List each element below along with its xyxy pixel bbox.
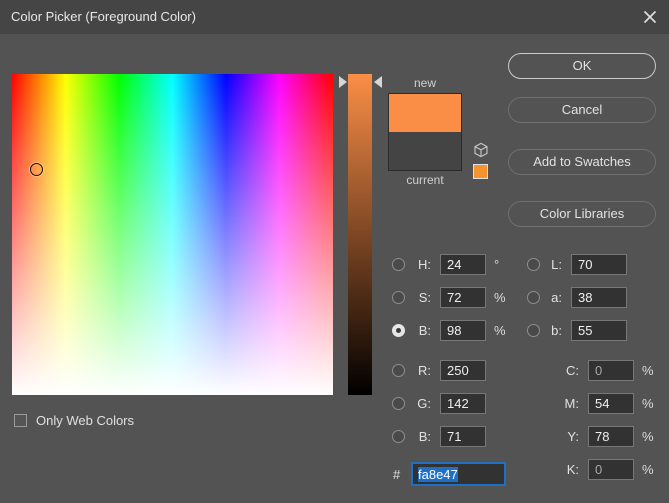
cmyk-label-k: K: [566, 461, 579, 477]
hsb-unit-b: % [494, 322, 506, 338]
hsb-input-s[interactable] [440, 286, 486, 308]
brightness-slider[interactable] [348, 74, 372, 395]
lab-radio-l[interactable] [527, 257, 540, 271]
dialog-title: Color Picker (Foreground Color) [11, 9, 196, 24]
new-color-label: new [413, 76, 436, 90]
lab-label-b: b: [551, 322, 562, 338]
cmyk-input-k[interactable] [588, 458, 634, 480]
close-icon[interactable] [639, 6, 661, 28]
out-of-gamut-swatch[interactable] [473, 164, 488, 179]
lab-radio-b[interactable] [527, 323, 540, 337]
hex-hash-label: # [393, 466, 401, 482]
color-picker-dialog: Color Picker (Foreground Color) new curr… [0, 0, 669, 503]
ok-button[interactable]: OK [508, 53, 656, 79]
cmyk-label-y: Y: [567, 428, 579, 444]
rgb-label-r: R: [418, 362, 431, 378]
lab-radio-a[interactable] [527, 290, 540, 304]
rgb-label-b: B: [418, 428, 431, 444]
cmyk-unit-k: % [642, 461, 654, 477]
rgb-input-g[interactable] [440, 392, 486, 414]
rgb-input-r[interactable] [440, 359, 486, 381]
color-field-cursor [30, 163, 43, 176]
hsb-radio-h[interactable] [392, 257, 405, 271]
lab-label-l: L: [551, 256, 562, 272]
slider-arrow-left-icon[interactable] [339, 76, 347, 88]
color-libraries-button[interactable]: Color Libraries [508, 201, 656, 227]
hsb-label-b: B: [418, 322, 431, 338]
lab-input-b[interactable] [571, 319, 627, 341]
rgb-row-g: G: [392, 392, 486, 414]
rgb-row-b: B: [392, 425, 486, 447]
cmyk-row-y: Y:% [559, 425, 654, 447]
color-field[interactable] [12, 74, 333, 395]
hsb-label-s: S: [418, 289, 431, 305]
cmyk-unit-m: % [642, 395, 654, 411]
lab-input-l[interactable] [571, 253, 627, 275]
add-to-swatches-button[interactable]: Add to Swatches [508, 149, 656, 175]
cmyk-row-k: K:% [559, 458, 654, 480]
slider-arrow-right-icon[interactable] [374, 76, 382, 88]
rgb-radio-r[interactable] [392, 363, 405, 377]
hex-input[interactable] [411, 462, 506, 486]
color-preview: new current [388, 76, 462, 187]
current-color-swatch[interactable] [389, 132, 461, 170]
new-color-swatch[interactable] [389, 94, 461, 132]
hsb-unit-s: % [494, 289, 506, 305]
only-web-colors-label: Only Web Colors [36, 413, 135, 428]
rgb-radio-b[interactable] [392, 429, 405, 443]
hsb-radio-s[interactable] [392, 290, 405, 304]
lab-row-a: a: [527, 286, 627, 308]
hsb-row-b: B:% [392, 319, 506, 341]
lab-label-a: a: [551, 289, 562, 305]
cmyk-row-m: M:% [559, 392, 654, 414]
current-color-label: current [406, 173, 444, 187]
checkbox-box[interactable] [14, 414, 27, 427]
lab-row-l: L: [527, 253, 627, 275]
hsb-label-h: H: [418, 256, 431, 272]
rgb-radio-g[interactable] [392, 396, 405, 410]
rgb-input-b[interactable] [440, 425, 486, 447]
cancel-button[interactable]: Cancel [508, 97, 656, 123]
hsb-row-h: H: ° [392, 253, 499, 275]
cmyk-label-c: C: [566, 362, 579, 378]
hsb-radio-b[interactable] [392, 323, 405, 337]
rgb-label-g: G: [417, 395, 431, 411]
preview-swatches [388, 93, 462, 171]
hsb-unit-h: ° [494, 256, 500, 272]
title-bar: Color Picker (Foreground Color) [0, 0, 669, 34]
rgb-row-r: R: [392, 359, 486, 381]
cmyk-input-y[interactable] [588, 425, 634, 447]
hsb-row-s: S:% [392, 286, 506, 308]
cmyk-unit-y: % [642, 428, 654, 444]
cmyk-unit-c: % [642, 362, 654, 378]
cmyk-input-m[interactable] [588, 392, 634, 414]
only-web-colors-checkbox[interactable]: Only Web Colors [14, 413, 134, 428]
cmyk-label-m: M: [564, 395, 579, 411]
lab-input-a[interactable] [571, 286, 627, 308]
cube-icon[interactable] [473, 142, 489, 158]
hsb-input-b[interactable] [440, 319, 486, 341]
lab-row-b: b: [527, 319, 627, 341]
hex-row: # [393, 462, 506, 486]
cmyk-input-c[interactable] [588, 359, 634, 381]
cmyk-row-c: C:% [559, 359, 654, 381]
hsb-input-h[interactable] [440, 253, 486, 275]
